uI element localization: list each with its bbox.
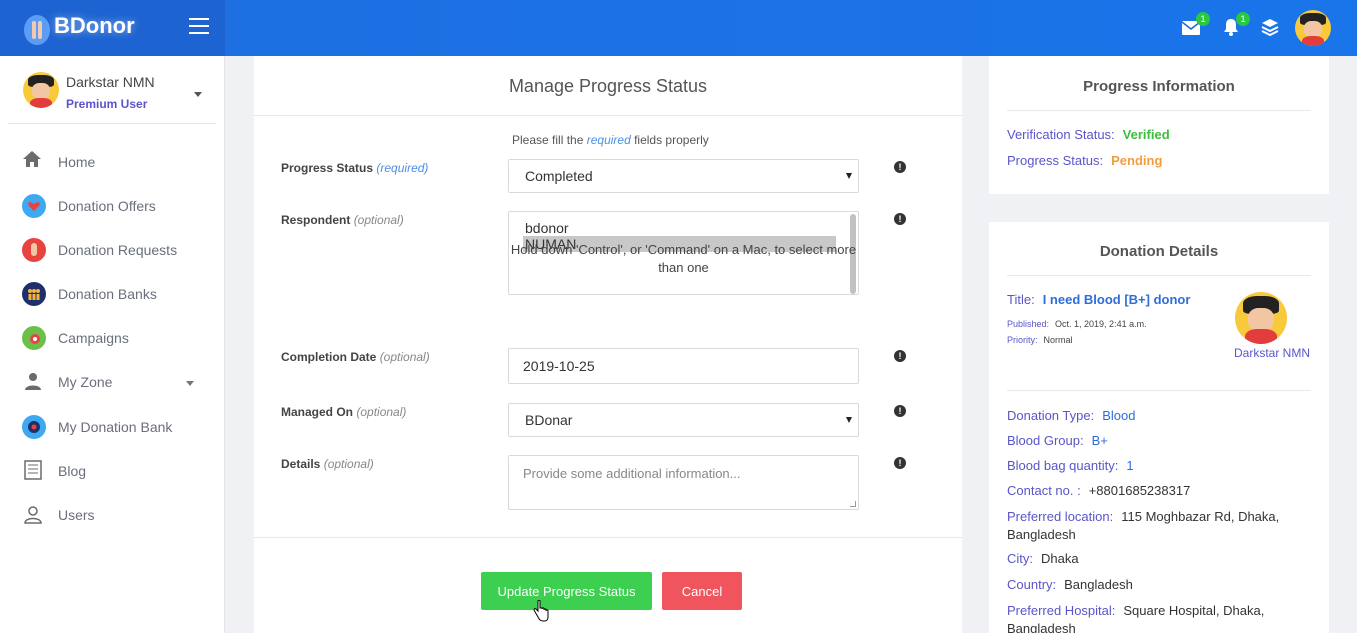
chevron-down-icon[interactable] — [194, 92, 202, 97]
progress-status-label: Progress Status (required) — [281, 161, 429, 175]
layers-button[interactable] — [1261, 18, 1281, 38]
avatar — [23, 72, 59, 108]
brand[interactable]: BDonor — [0, 0, 225, 56]
completion-date-input[interactable]: 2019-10-25 — [508, 348, 859, 384]
contact-number: Contact no. : +8801685238317 — [1007, 483, 1191, 498]
notifications-button[interactable]: 1 — [1222, 12, 1250, 38]
user-role: Premium User — [66, 97, 148, 111]
sidebar-item-home[interactable]: Home — [22, 147, 212, 177]
hand-icon — [22, 238, 46, 262]
divider — [1007, 110, 1311, 111]
city: City: Dhaka — [1007, 551, 1079, 566]
details-label: Details (optional) — [281, 457, 374, 471]
details-textarea[interactable]: Provide some additional information... — [508, 455, 859, 510]
top-navbar: BDonor 1 1 — [0, 0, 1357, 56]
info-icon[interactable]: ! — [894, 213, 906, 225]
priority: Priority: Normal — [1007, 335, 1073, 345]
progress-status: Progress Status: Pending — [1007, 153, 1163, 168]
donation-type: Donation Type: Blood — [1007, 408, 1136, 423]
bank-icon — [22, 415, 46, 439]
progress-form-card: Manage Progress Status Please fill the r… — [254, 56, 962, 633]
cancel-button[interactable]: Cancel — [662, 572, 742, 610]
users-icon — [22, 503, 46, 527]
update-progress-status-button[interactable]: Update Progress Status — [481, 572, 652, 610]
sidebar-item-blog[interactable]: Blog — [22, 456, 212, 486]
heart-hand-icon — [22, 194, 46, 218]
respondent-option[interactable]: bdonor — [523, 220, 836, 236]
preferred-hospital: Preferred Hospital: Square Hospital, Dhak… — [1007, 603, 1265, 633]
progress-info-title: Progress Information — [1083, 78, 1235, 95]
respondent-help-text: Hold down 'Control', or 'Command' on a M… — [510, 242, 857, 275]
sidebar-item-label: My Zone — [58, 374, 113, 390]
progress-info-card: Progress Information Verification Status… — [989, 56, 1329, 194]
sidebar-item-donation-banks[interactable]: Donation Banks — [22, 279, 212, 309]
sidebar-item-label: Users — [58, 507, 95, 523]
divider — [254, 115, 962, 116]
user-icon — [22, 370, 46, 394]
sidebar-item-label: Home — [58, 154, 96, 170]
form-hint: Please fill the required fields properly — [512, 133, 709, 147]
campaign-icon — [22, 326, 46, 350]
respondent-label: Respondent (optional) — [281, 213, 404, 227]
managed-on-select[interactable]: BDonar — [508, 403, 859, 437]
info-icon[interactable]: ! — [894, 457, 906, 469]
sidebar-item-campaigns[interactable]: Campaigns — [22, 323, 212, 353]
sidebar-item-users[interactable]: Users — [22, 500, 212, 530]
sidebar-item-my-zone[interactable]: My Zone — [22, 367, 212, 397]
author-name[interactable]: Darkstar NMN — [1234, 346, 1310, 360]
info-icon[interactable]: ! — [894, 405, 906, 417]
caret-down-icon — [846, 417, 852, 423]
info-icon[interactable]: ! — [894, 350, 906, 362]
sidebar: Darkstar NMN Premium User Home Donation … — [0, 56, 225, 633]
menu-toggle-icon[interactable] — [189, 18, 209, 36]
user-profile[interactable]: Darkstar NMN Premium User — [8, 66, 216, 124]
messages-button[interactable]: 1 — [1181, 12, 1210, 38]
blood-bag-quantity: Blood bag quantity: 1 — [1007, 458, 1134, 473]
sidebar-item-label: Donation Requests — [58, 242, 178, 258]
hand-cursor-icon — [533, 600, 549, 622]
page-title: Manage Progress Status — [508, 76, 708, 96]
donation-details-title: Donation Details — [1099, 243, 1219, 260]
people-icon — [22, 282, 46, 306]
sidebar-item-label: Donation Offers — [58, 198, 156, 214]
mail-badge: 1 — [1196, 12, 1210, 26]
sidebar-item-donation-requests[interactable]: Donation Requests — [22, 235, 212, 265]
sidebar-item-donation-offers[interactable]: Donation Offers — [22, 191, 212, 221]
info-icon[interactable]: ! — [894, 161, 906, 173]
divider — [1007, 390, 1311, 391]
user-name: Darkstar NMN — [66, 74, 155, 90]
progress-status-select[interactable]: Completed — [508, 159, 859, 193]
resize-handle-icon[interactable] — [850, 501, 856, 507]
brand-name: BDonor — [54, 13, 135, 38]
bell-badge: 1 — [1236, 12, 1250, 26]
sidebar-item-label: Donation Banks — [58, 286, 157, 302]
published-date: Published: Oct. 1, 2019, 2:41 a.m. — [1007, 319, 1147, 329]
donation-details-card: Donation Details Title: I need Blood [B+]… — [989, 222, 1329, 633]
country: Country: Bangladesh — [1007, 577, 1133, 592]
layers-icon — [1261, 19, 1279, 37]
sidebar-item-label: Blog — [58, 463, 87, 479]
donation-title[interactable]: Title: I need Blood [B+] donor — [1007, 292, 1190, 307]
verification-status: Verification Status: Verified — [1007, 127, 1170, 142]
preferred-location: Preferred location: 115 Moghbazar Rd, Dha… — [1007, 509, 1280, 542]
blog-icon — [22, 459, 46, 483]
chevron-down-icon[interactable] — [186, 381, 194, 386]
divider — [1007, 275, 1311, 276]
divider — [254, 537, 962, 538]
author-avatar[interactable] — [1235, 292, 1287, 344]
caret-down-icon — [846, 173, 852, 179]
topbar-avatar[interactable] — [1295, 10, 1331, 46]
sidebar-item-my-donation-bank[interactable]: My Donation Bank — [22, 412, 212, 442]
sidebar-item-label: Campaigns — [58, 330, 129, 346]
home-icon — [22, 150, 46, 174]
sidebar-item-label: My Donation Bank — [58, 419, 173, 435]
blood-group: Blood Group: B+ — [1007, 433, 1108, 448]
completion-date-label: Completion Date (optional) — [281, 350, 430, 364]
managed-on-label: Managed On (optional) — [281, 405, 407, 419]
brand-logo-icon — [24, 15, 50, 45]
